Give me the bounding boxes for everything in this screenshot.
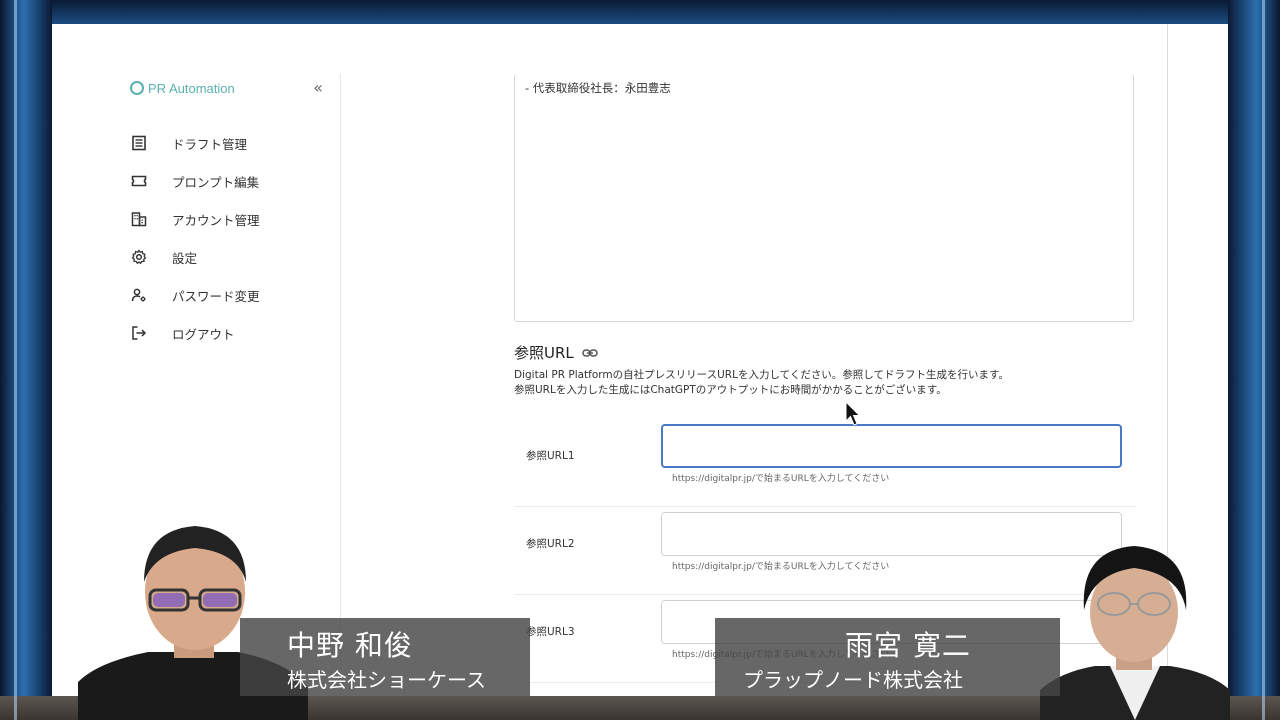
- sidebar-item-label: ドラフト管理: [172, 136, 248, 152]
- sidebar-item-label: 設定: [172, 250, 198, 266]
- gear-icon: [130, 248, 148, 266]
- sidebar-item-logout[interactable]: ログアウト: [130, 314, 330, 352]
- document-list-icon: [130, 134, 148, 152]
- background-right-panel: [1228, 0, 1280, 720]
- sidebar-item-label: ログアウト: [172, 326, 235, 342]
- background-left-panel: [0, 0, 52, 720]
- mouse-cursor-icon: [845, 401, 861, 426]
- person-silhouette: [1040, 546, 1230, 720]
- speaker-caption-left: 中野 和俊 株式会社ショーケース: [240, 618, 530, 696]
- sidebar-item-draft-management[interactable]: ドラフト管理: [130, 124, 330, 162]
- reference-url-1-input[interactable]: [661, 424, 1122, 468]
- sidebar-item-label: プロンプト編集: [172, 174, 260, 190]
- sidebar-nav: ドラフト管理 プロンプト編集 アカウント管理 設定 パスワード変更 ログアウト: [130, 124, 330, 352]
- reference-url-hint: https://digitalpr.jp/で始まるURLを入力してください: [672, 562, 890, 572]
- reference-url-title: 参照URL: [514, 344, 574, 362]
- sidebar-item-password-change[interactable]: パスワード変更: [130, 276, 330, 314]
- ticket-icon: [130, 172, 148, 190]
- company-info-textarea[interactable]: - 代表取締役社長：永田豊志: [514, 74, 1134, 322]
- speaker-caption-right: 雨宮 寛二 プラップノード株式会社: [715, 618, 1060, 696]
- reference-url-heading: 参照URL: [514, 342, 598, 363]
- building-icon: [130, 210, 148, 228]
- user-key-icon: [130, 286, 148, 304]
- reference-url-label: 参照URL3: [526, 626, 575, 638]
- content-gutter: [341, 24, 502, 696]
- sidebar-item-label: パスワード変更: [172, 288, 260, 304]
- reference-url-label: 参照URL1: [526, 450, 575, 462]
- logout-icon: [130, 324, 148, 342]
- background-light-stripe: [1262, 0, 1265, 720]
- webcam-right-person: [1040, 540, 1230, 720]
- reference-url-hint: https://digitalpr.jp/で始まるURLを入力してください: [672, 474, 890, 484]
- background-light-stripe: [14, 0, 17, 720]
- link-icon: [582, 348, 598, 357]
- speaker-company: 株式会社ショーケース: [287, 668, 486, 692]
- speaker-name: 中野 和俊: [287, 629, 413, 662]
- speaker-name: 雨宮 寛二: [845, 629, 971, 662]
- sidebar-item-account-management[interactable]: アカウント管理: [130, 200, 330, 238]
- sidebar-item-settings[interactable]: 設定: [130, 238, 330, 276]
- reference-url-row-1: 参照URL1 https://digitalpr.jp/で始まるURLを入力して…: [514, 418, 1136, 507]
- speaker-company: プラップノード株式会社: [743, 668, 963, 692]
- description-line: 参照URLを入力した生成にはChatGPTのアウトプットにお時間がかかることがご…: [514, 384, 947, 396]
- logo-text: PR Automation: [148, 80, 235, 96]
- background-top: [0, 0, 1280, 24]
- sidebar-collapse-button[interactable]: «: [308, 78, 328, 98]
- reference-url-description: Digital PR Platformの自社プレスリリースURLを入力してくださ…: [514, 368, 1134, 398]
- description-line: Digital PR Platformの自社プレスリリースURLを入力してくださ…: [514, 369, 1009, 381]
- app-logo: PR Automation: [130, 78, 235, 98]
- reference-url-label: 参照URL2: [526, 538, 575, 550]
- sidebar-item-prompt-edit[interactable]: プロンプト編集: [130, 162, 330, 200]
- sidebar-item-label: アカウント管理: [172, 212, 260, 228]
- logo-icon: [130, 81, 144, 95]
